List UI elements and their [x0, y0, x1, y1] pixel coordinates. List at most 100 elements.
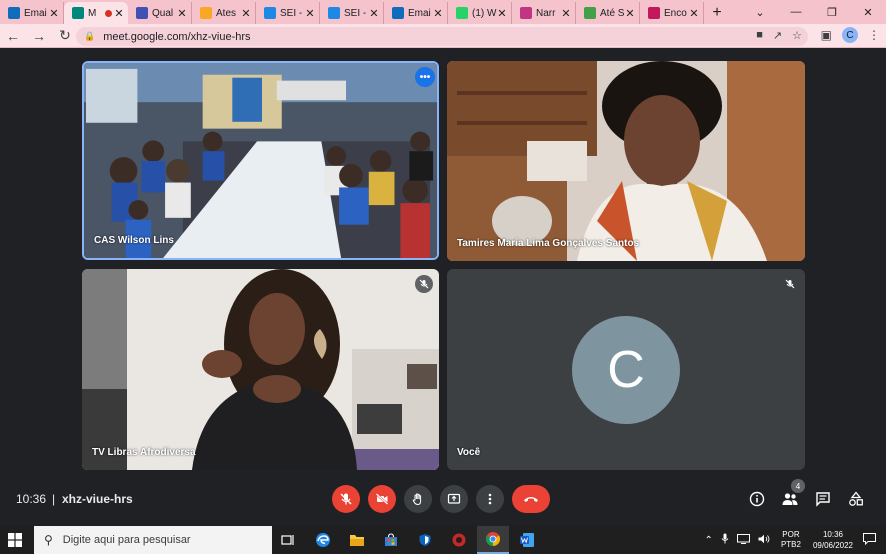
taskbar-clock[interactable]: 10:36 09/06/2022 [813, 529, 853, 551]
hang-up-icon [524, 497, 538, 502]
outlook-icon [8, 7, 20, 19]
browser-tab[interactable]: SEI - ✕ [256, 2, 320, 24]
present-screen-button[interactable] [440, 485, 468, 513]
browser-tab[interactable]: Emai ✕ [384, 2, 448, 24]
menu-kebab-icon[interactable]: ⋮ [868, 28, 880, 42]
tab-title: Qual [152, 7, 174, 19]
window-controls: ⌄ — ❐ ✕ [742, 0, 886, 24]
tray-microphone-icon[interactable] [721, 533, 729, 547]
tab-title: SEI - [344, 7, 367, 19]
muted-mic-icon [415, 275, 433, 293]
browser-tab[interactable]: Enco ✕ [640, 2, 704, 24]
close-tab-icon[interactable]: ✕ [561, 7, 571, 20]
chrome-icon [486, 532, 500, 546]
triangle-icon [200, 7, 212, 19]
start-button[interactable] [0, 526, 30, 554]
reload-button[interactable]: ↻ [52, 27, 78, 44]
windows-taskbar: ⚲ Digite aqui para pesquisar ⌃ POR PTB2 … [0, 526, 886, 554]
microphone-toggle-button[interactable] [332, 485, 360, 513]
browser-tab[interactable]: Narr ✕ [512, 2, 576, 24]
browser-tab[interactable]: Emai ✕ [0, 2, 64, 24]
close-tab-icon[interactable]: ✕ [305, 7, 315, 20]
taskbar-app-red[interactable] [443, 526, 475, 554]
close-tab-icon[interactable]: ✕ [177, 7, 187, 20]
leave-call-button[interactable] [512, 485, 550, 513]
camera-toggle-button[interactable] [368, 485, 396, 513]
participant-name: CAS Wilson Lins [94, 235, 174, 246]
people-icon [782, 493, 798, 505]
meet-icon [72, 7, 84, 19]
task-view-button[interactable] [272, 526, 304, 554]
notifications-icon[interactable] [863, 532, 876, 548]
shield-icon [419, 534, 431, 546]
tab-search-icon[interactable]: ⌄ [742, 0, 778, 24]
close-tab-icon[interactable]: ✕ [497, 7, 507, 20]
profile-avatar[interactable]: C [842, 27, 858, 43]
taskbar-app-file-explorer[interactable] [341, 526, 373, 554]
tray-overflow-icon[interactable]: ⌃ [705, 535, 713, 546]
raise-hand-button[interactable] [404, 485, 432, 513]
self-avatar: C [572, 316, 680, 424]
tray-display-icon[interactable] [736, 533, 750, 547]
instagram-icon [520, 7, 532, 19]
close-tab-icon[interactable]: ✕ [241, 7, 251, 20]
chat-button[interactable] [813, 489, 833, 509]
taskbar-app-store[interactable] [375, 526, 407, 554]
meeting-clock: 10:36 [16, 492, 47, 506]
store-icon [385, 533, 397, 546]
clock-time: 10:36 [822, 530, 843, 539]
browser-tab[interactable]: (1) W ✕ [448, 2, 512, 24]
browser-tab[interactable]: Qual ✕ [128, 2, 192, 24]
participant-tile-self[interactable]: C Você [447, 269, 805, 470]
taskbar-search-box[interactable]: ⚲ Digite aqui para pesquisar [34, 526, 272, 554]
close-window-button[interactable]: ✕ [850, 0, 886, 24]
dollar-icon [584, 7, 596, 19]
video-classroom [84, 63, 437, 258]
activities-button[interactable] [846, 489, 866, 509]
tab-title: SEI - [280, 7, 303, 19]
system-tray: ⌃ POR PTB2 10:36 09/06/2022 [701, 526, 886, 554]
address-bar[interactable]: 🔒 meet.google.com/xhz-viue-hrs ■ ↗ ☆ [76, 27, 808, 46]
taskbar-app-defender[interactable] [409, 526, 441, 554]
tab-title: Narr [536, 7, 556, 19]
tab-title: Emai [24, 7, 47, 19]
maximize-button[interactable]: ❐ [814, 0, 850, 24]
input-language-indicator[interactable]: POR PTB2 [781, 530, 801, 550]
close-tab-icon[interactable]: ✕ [49, 7, 59, 20]
participant-name: Tamires Maria Lima Gonçalves Santos [457, 238, 640, 249]
meeting-details-button[interactable] [747, 489, 767, 509]
url-text: meet.google.com/xhz-viue-hrs [103, 30, 251, 43]
close-tab-icon[interactable]: ✕ [369, 7, 379, 20]
browser-tab[interactable]: M ✕ [64, 2, 128, 24]
tab-title: Enco [664, 7, 687, 19]
camera-in-use-icon[interactable]: ■ [756, 29, 763, 42]
close-tab-icon[interactable]: ✕ [433, 7, 443, 20]
forward-button[interactable]: → [26, 28, 52, 44]
chat-icon [816, 492, 830, 507]
bookmark-star-icon[interactable]: ☆ [792, 29, 802, 42]
tab-title: (1) W [472, 7, 497, 19]
participant-tile-cas-wilson-lins[interactable]: ••• CAS Wilson Lins [82, 61, 439, 260]
close-tab-icon[interactable]: ✕ [689, 7, 699, 20]
participant-tile-tamires[interactable]: Tamires Maria Lima Gonçalves Santos [447, 61, 805, 261]
taskbar-app-edge[interactable] [307, 526, 339, 554]
recording-indicator-icon [105, 9, 112, 17]
close-tab-icon[interactable]: ✕ [114, 7, 124, 20]
participant-tile-tv-libras[interactable]: TV Libras Afrodiversa [82, 269, 439, 470]
tray-volume-icon[interactable] [758, 534, 771, 547]
browser-tab[interactable]: Até S ✕ [576, 2, 640, 24]
taskbar-app-chrome[interactable] [477, 526, 509, 554]
browser-tab[interactable]: Ates ✕ [192, 2, 256, 24]
share-icon[interactable]: ↗ [773, 29, 782, 42]
more-options-button[interactable] [476, 485, 504, 513]
browser-tab[interactable]: SEI - ✕ [320, 2, 384, 24]
tab-title: Até S [600, 7, 625, 19]
more-options-button[interactable]: ••• [415, 67, 435, 87]
side-panel-icon[interactable]: ▣ [821, 28, 832, 42]
close-tab-icon[interactable]: ✕ [625, 7, 635, 20]
back-button[interactable]: ← [0, 28, 26, 44]
minimize-button[interactable]: — [778, 0, 814, 24]
taskbar-app-word[interactable] [511, 526, 543, 554]
sei-icon [328, 7, 340, 19]
new-tab-button[interactable]: + [704, 2, 730, 24]
